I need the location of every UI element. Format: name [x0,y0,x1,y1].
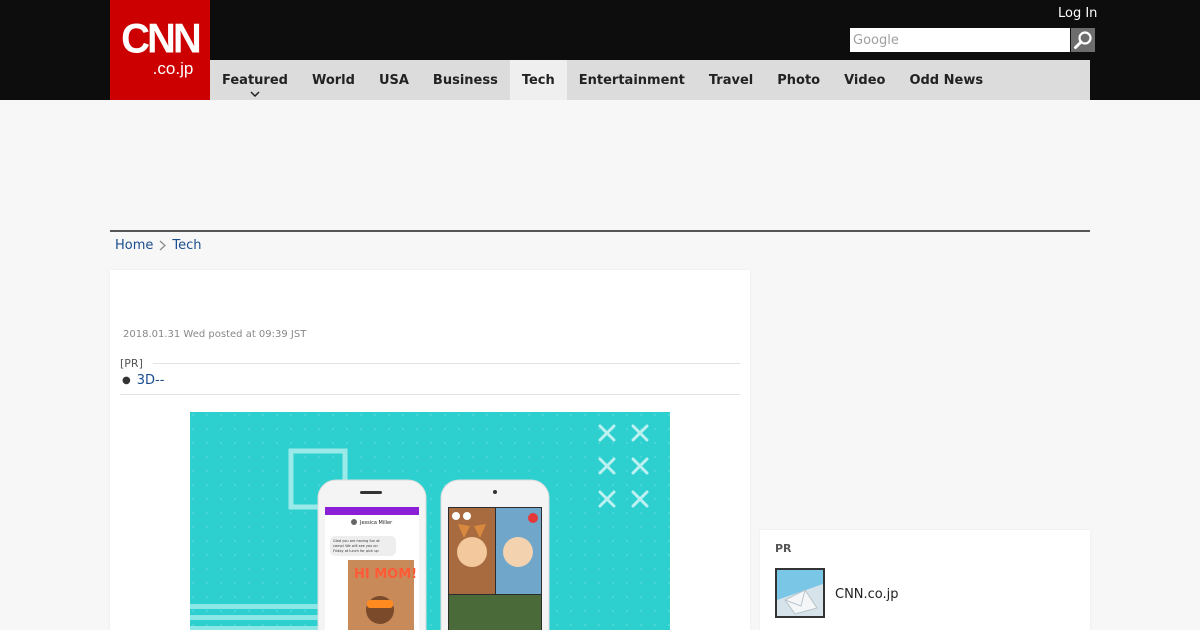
sidebar-pr-title: PR [775,542,792,555]
nav-item-featured[interactable]: Featured [210,60,300,100]
nav-item-odd-news[interactable]: Odd News [897,60,995,100]
svg-text:Friday at lunch for pick up: Friday at lunch for pick up [333,549,379,553]
nav-item-label: Tech [521,72,555,88]
nav-item-video[interactable]: Video [832,60,897,100]
logo-wordmark: CNN [121,15,202,63]
nav-item-label: Entertainment [578,72,685,88]
nav-item-usa[interactable]: USA [367,60,421,100]
svg-text:Jessica Miller: Jessica Miller [359,520,393,526]
breadcrumb: Home Tech [115,238,202,253]
nav-item-tech[interactable]: Tech [509,60,567,100]
pr-link[interactable]: 3D-- [137,373,165,388]
breadcrumb-home[interactable]: Home [115,238,153,253]
nav-item-label: World [311,72,355,88]
search-button[interactable] [1071,28,1095,52]
article-card: 2018.01.31 Wed posted at 09:39 JST [PR] … [110,270,750,630]
hero-image[interactable]: Jessica Miller Glad you are having fun a… [190,412,670,630]
breadcrumb-tech[interactable]: Tech [172,238,201,253]
main-nav: Featured World USA Business Tech Enterta… [210,60,1090,100]
nav-item-label: Business [432,72,498,88]
pr-links-block: [PR] ● 3D-- [120,357,740,395]
nav-item-label: Featured [222,72,288,88]
nav-item-label: Odd News [909,72,984,88]
ad-banner-space [110,100,1090,230]
svg-text:HI MOM!: HI MOM! [354,567,417,582]
cnn-logo[interactable]: CNN .co.jp [110,0,210,100]
nav-item-travel[interactable]: Travel [697,60,765,100]
sidebar-pr-widget: PR CNN.co.jp [760,530,1090,630]
chevron-right-icon [159,240,167,251]
nav-item-label: Photo [777,72,821,88]
mail-icon [777,570,823,616]
sidebar-pr-link[interactable]: CNN.co.jp [835,587,899,602]
section-divider [110,230,1090,232]
nav-item-world[interactable]: World [300,60,367,100]
hero-illustration: Jessica Miller Glad you are having fun a… [190,412,670,630]
svg-text:Glad you are having fun at: Glad you are having fun at [333,539,380,543]
nav-item-label: Video [844,72,886,88]
search-input[interactable] [850,28,1070,52]
search-icon [1074,31,1092,49]
nav-item-label: USA [378,72,409,88]
pr-link-item: ● 3D-- [120,373,740,395]
pr-label: [PR] [120,357,143,370]
pr-divider [152,363,740,364]
nav-item-photo[interactable]: Photo [765,60,832,100]
nav-item-entertainment[interactable]: Entertainment [567,60,697,100]
posted-timestamp: 2018.01.31 Wed posted at 09:39 JST [123,329,307,340]
svg-text:camp! We will see you on: camp! We will see you on [333,544,378,548]
bullet-icon: ● [122,375,131,386]
nav-item-business[interactable]: Business [421,60,510,100]
login-link[interactable]: Log In [1058,6,1097,21]
sidebar-pr-thumbnail[interactable] [775,568,825,618]
chevron-down-icon [250,91,260,97]
pr-label-row: [PR] [120,357,740,370]
nav-item-label: Travel [708,72,754,88]
